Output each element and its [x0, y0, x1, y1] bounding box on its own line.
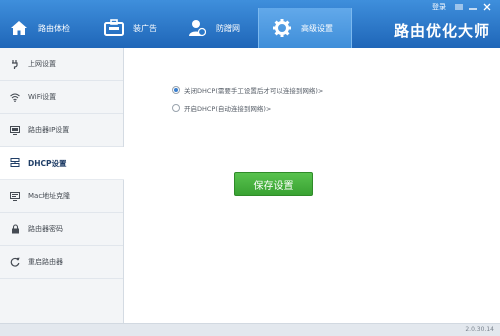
sidebar-item-restart-router[interactable]: 重启路由器 [0, 246, 123, 279]
dhcp-on-label: 开启DHCP(自动连接到网络)> [184, 105, 272, 113]
wifi-icon [10, 92, 20, 102]
refresh-icon [10, 257, 20, 267]
tab-label: 装广告 [133, 23, 157, 33]
tab-install-ads[interactable]: 装广告 [103, 8, 183, 48]
version-label: 2.0.30.14 [465, 326, 494, 333]
sidebar-item-label: 上网设置 [28, 60, 56, 68]
close-icon[interactable] [480, 2, 494, 12]
login-link[interactable]: 登录 [432, 2, 446, 12]
home-icon [8, 17, 30, 39]
user-shield-icon [186, 17, 208, 39]
sidebar-item-dhcp[interactable]: DHCP设置 [0, 147, 124, 180]
sidebar-item-mac-clone[interactable]: Mac地址克隆 [0, 180, 123, 213]
sidebar-item-router-ip[interactable]: 路由器IP设置 [0, 114, 123, 147]
sidebar-item-label: DHCP设置 [28, 158, 67, 168]
sidebar-item-label: Mac地址克隆 [28, 192, 71, 200]
tab-label: 防蹭网 [216, 23, 240, 33]
window-controls: 登录 [432, 2, 494, 12]
sidebar: 上网设置 WiFi设置 路由器IP设置 DHCP设置 Mac地址克隆 路由器密码… [0, 48, 124, 323]
sidebar-item-label: 路由器IP设置 [28, 126, 70, 134]
top-navigation-bar: 路由体检 装广告 防蹭网 高级设置 登录 路由优化大师 [0, 0, 500, 48]
radio-button-unchecked[interactable] [172, 104, 180, 112]
sidebar-item-router-password[interactable]: 路由器密码 [0, 213, 123, 246]
app-window: 路由体检 装广告 防蹭网 高级设置 登录 路由优化大师 上网设置 WiFi设置 … [0, 0, 500, 336]
toolbox-icon [103, 17, 125, 39]
pc-icon [10, 191, 20, 201]
menu-icon[interactable] [452, 2, 466, 12]
sidebar-item-wifi-settings[interactable]: WiFi设置 [0, 81, 123, 114]
dhcp-icon [10, 158, 20, 168]
tab-label: 高级设置 [301, 23, 333, 33]
save-settings-button[interactable]: 保存设置 [234, 172, 313, 196]
plug-icon [10, 59, 20, 69]
main-content-panel: 关闭DHCP(需要手工设置后才可以连接到网络)> 开启DHCP(自动连接到网络)… [124, 48, 500, 323]
dhcp-on-option[interactable]: 开启DHCP(自动连接到网络)> [172, 103, 271, 113]
tab-label: 路由体检 [38, 23, 70, 33]
sidebar-item-internet-settings[interactable]: 上网设置 [0, 48, 123, 81]
brand-logo-text: 路由优化大师 [393, 22, 490, 40]
tab-anti-leech[interactable]: 防蹭网 [186, 8, 266, 48]
gear-icon [271, 17, 293, 39]
dhcp-off-label: 关闭DHCP(需要手工设置后才可以连接到网络)> [184, 87, 324, 95]
lock-icon [10, 224, 20, 234]
tab-advanced-settings[interactable]: 高级设置 [258, 8, 352, 48]
dhcp-off-option[interactable]: 关闭DHCP(需要手工设置后才可以连接到网络)> [172, 85, 323, 95]
minimize-icon[interactable] [466, 2, 480, 12]
sidebar-item-label: 路由器密码 [28, 225, 63, 233]
radio-button-checked[interactable] [172, 86, 180, 94]
status-bar: 2.0.30.14 [0, 323, 500, 336]
tab-router-checkup[interactable]: 路由体检 [8, 8, 100, 48]
monitor-icon [10, 125, 20, 135]
sidebar-item-label: WiFi设置 [28, 93, 57, 101]
sidebar-item-label: 重启路由器 [28, 258, 63, 266]
